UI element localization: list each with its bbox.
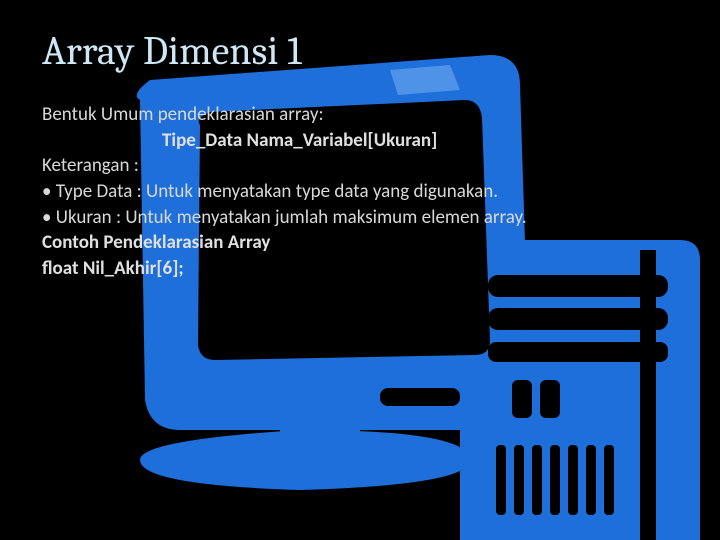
slide-title: Array Dimensi 1 [42,28,678,74]
slide-content: Array Dimensi 1 Bentuk Umum pendeklarasi… [0,0,720,281]
line-syntax: Tipe_Data Nama_Variabel[Ukuran] [42,128,678,154]
slide-body: Bentuk Umum pendeklarasian array: Tipe_D… [42,102,678,281]
line-example: float Nil_Akhir[6]; [42,256,678,282]
line-intro: Bentuk Umum pendeklarasian array: [42,102,678,128]
line-keterangan: Keterangan : [42,153,678,179]
line-bullet-ukuran: • Ukuran : Untuk menyatakan jumlah maksi… [42,205,678,231]
line-bullet-typedata: • Type Data : Untuk menyatakan type data… [42,179,678,205]
line-contoh-label: Contoh Pendeklarasian Array [42,230,678,256]
